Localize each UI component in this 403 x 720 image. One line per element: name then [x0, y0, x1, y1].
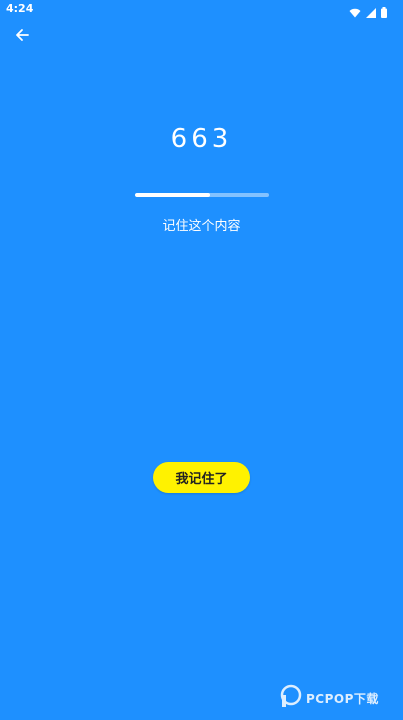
- progress-fill: [135, 193, 211, 197]
- back-button[interactable]: [10, 26, 34, 46]
- status-icons: [349, 3, 387, 22]
- status-time: 4:24: [6, 2, 34, 15]
- wifi-icon: [349, 3, 361, 22]
- instruction-text: 记住这个内容: [162, 219, 241, 234]
- battery-icon: [381, 3, 387, 22]
- watermark: PCPOP下载: [280, 683, 379, 713]
- progress-bar: [135, 193, 269, 197]
- memory-number: 663: [170, 124, 233, 154]
- arrow-left-icon: [15, 27, 29, 46]
- status-bar: 4:24: [0, 0, 403, 18]
- signal-icon: [366, 3, 376, 22]
- remember-button[interactable]: 我记住了: [153, 462, 250, 493]
- pcpop-logo-icon: [280, 684, 302, 712]
- watermark-text: PCPOP下载: [306, 691, 379, 706]
